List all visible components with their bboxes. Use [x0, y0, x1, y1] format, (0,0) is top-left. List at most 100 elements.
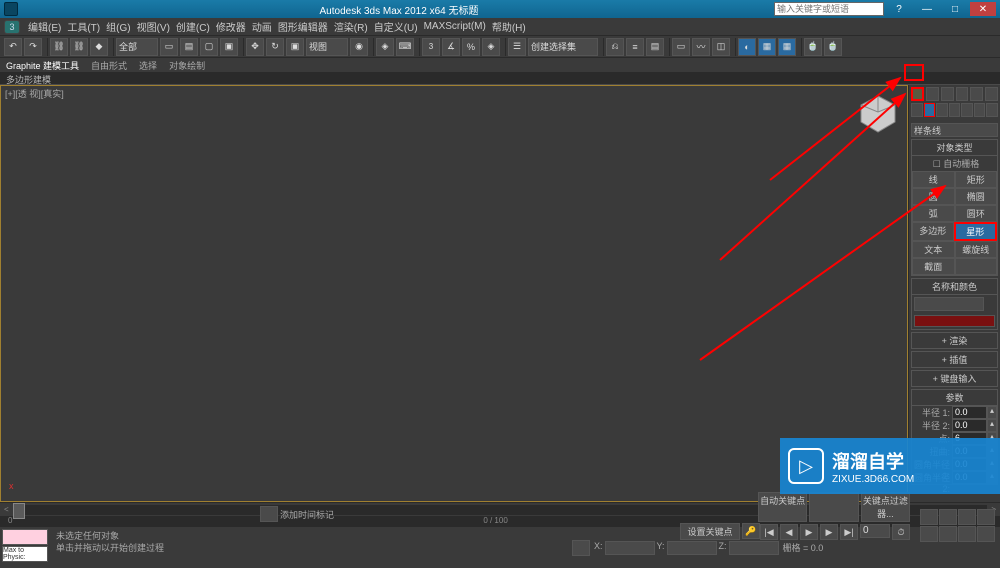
tab-graphite[interactable]: Graphite 建模工具	[6, 59, 79, 72]
time-config-button[interactable]: ⏱	[892, 524, 910, 540]
zoom-all-button[interactable]	[939, 509, 957, 525]
menu-graph[interactable]: 图形编辑器	[278, 19, 328, 34]
scale-button[interactable]: ▣	[286, 38, 304, 56]
window-crossing-button[interactable]: ▣	[220, 38, 238, 56]
render-frame-button[interactable]: ▦	[778, 38, 796, 56]
subcategory-dropdown[interactable]: 样条线	[911, 123, 998, 137]
btn-rect[interactable]: 矩形	[955, 171, 998, 188]
time-tag-button[interactable]: 添加时间标记	[280, 508, 334, 521]
object-type-rollout[interactable]: 对象类型	[912, 140, 997, 156]
script-slot-1[interactable]	[2, 529, 48, 545]
help-icon[interactable]: ?	[886, 2, 912, 16]
spinner-icon[interactable]: ▴	[987, 406, 997, 419]
undo-button[interactable]: ↶	[4, 38, 22, 56]
utilities-tab[interactable]	[985, 87, 998, 101]
menu-modifier[interactable]: 修改器	[216, 19, 246, 34]
param-r2[interactable]: 0.0	[952, 419, 987, 432]
ref-coord[interactable]: 视图	[306, 38, 348, 56]
keymode-button[interactable]: ⌨	[396, 38, 414, 56]
name-color-rollout[interactable]: 名称和颜色	[912, 279, 997, 295]
percent-snap-button[interactable]: %	[462, 38, 480, 56]
menu-edit[interactable]: 编辑(E)	[28, 19, 61, 34]
link-button[interactable]: ⛓	[50, 38, 68, 56]
systems-cat[interactable]	[986, 103, 998, 117]
setkey-button[interactable]: 设置关键点	[680, 523, 740, 540]
menu-script[interactable]: MAXScript(M)	[424, 21, 486, 32]
tab-freeform[interactable]: 自由形式	[91, 59, 127, 72]
snap-button[interactable]: 3	[422, 38, 440, 56]
app-menu-icon[interactable]: 3	[4, 20, 20, 34]
render-setup-button[interactable]: ▦	[758, 38, 776, 56]
schematic-button[interactable]: ◫	[712, 38, 730, 56]
prev-frame-button[interactable]: ◀	[780, 524, 798, 540]
material-editor-button[interactable]: ◐	[738, 38, 756, 56]
next-frame-button[interactable]: ▶	[820, 524, 838, 540]
zoom-button[interactable]	[920, 509, 938, 525]
menu-tools[interactable]: 工具(T)	[67, 19, 100, 34]
menu-render[interactable]: 渲染(R)	[334, 19, 368, 34]
btn-ellipse[interactable]: 椭圆	[955, 188, 998, 205]
btn-helix[interactable]: 螺旋线	[955, 241, 998, 258]
helpers-cat[interactable]	[961, 103, 973, 117]
viewport-label[interactable]: [+][透 视][真实]	[1, 86, 907, 101]
ribbon-toggle-button[interactable]: ▭	[672, 38, 690, 56]
lights-cat[interactable]	[936, 103, 948, 117]
pan-button[interactable]	[939, 526, 957, 542]
mirror-button[interactable]: ⎌	[606, 38, 624, 56]
search-input[interactable]	[774, 2, 884, 16]
align-button[interactable]: ≡	[626, 38, 644, 56]
select-button[interactable]: ▭	[160, 38, 178, 56]
redo-button[interactable]: ↷	[24, 38, 42, 56]
btn-text[interactable]: 文本	[912, 241, 955, 258]
keyfilter-button[interactable]: 关键点过滤器...	[861, 492, 910, 522]
script-slot-2[interactable]: Max to Physic:	[2, 546, 48, 562]
menu-custom[interactable]: 自定义(U)	[374, 19, 418, 34]
param-r1[interactable]: 0.0	[952, 406, 987, 419]
goto-end-button[interactable]: ▶|	[840, 524, 858, 540]
interp-rollout[interactable]: + 插值	[911, 351, 998, 368]
set-key-mode-button[interactable]	[260, 506, 278, 522]
current-frame-input[interactable]: 0	[860, 524, 890, 538]
params-rollout[interactable]: 参数	[912, 390, 997, 406]
zoom-extents-all-button[interactable]	[977, 509, 995, 525]
btn-line[interactable]: 线	[912, 171, 955, 188]
object-color-swatch[interactable]	[914, 315, 995, 327]
maximize-viewport-button[interactable]	[977, 526, 995, 542]
autokey-button[interactable]: 自动关键点	[758, 492, 807, 522]
goto-start-button[interactable]: |◀	[760, 524, 778, 540]
bind-button[interactable]: ◆	[90, 38, 108, 56]
hierarchy-tab[interactable]	[941, 87, 954, 101]
spinner-snap-button[interactable]: ◈	[482, 38, 500, 56]
coord-x[interactable]	[605, 541, 655, 555]
create-tab[interactable]	[911, 87, 924, 101]
space-warps-cat[interactable]	[974, 103, 986, 117]
menu-view[interactable]: 视图(V)	[137, 19, 170, 34]
btn-ngon[interactable]: 多边形	[912, 222, 954, 241]
fov-button[interactable]	[920, 526, 938, 542]
rotate-button[interactable]: ↻	[266, 38, 284, 56]
render-prod-button[interactable]: 🍵	[824, 38, 842, 56]
manip-button[interactable]: ◈	[376, 38, 394, 56]
selection-set[interactable]: 创建选择集	[528, 38, 598, 56]
orbit-button[interactable]	[958, 526, 976, 542]
spinner-icon[interactable]: ▴	[987, 419, 997, 432]
modify-tab[interactable]	[926, 87, 939, 101]
minimize-button[interactable]: —	[914, 2, 940, 16]
close-button[interactable]: ✕	[970, 2, 996, 16]
menu-help[interactable]: 帮助(H)	[492, 19, 526, 34]
display-tab[interactable]	[970, 87, 983, 101]
coord-z[interactable]	[729, 541, 779, 555]
zoom-extents-button[interactable]	[958, 509, 976, 525]
viewport[interactable]: [+][透 视][真实] x	[0, 85, 908, 502]
kbd-rollout[interactable]: + 键盘输入	[911, 370, 998, 387]
unlink-button[interactable]: ⛓	[70, 38, 88, 56]
angle-snap-button[interactable]: ∡	[442, 38, 460, 56]
btn-donut[interactable]: 圆环	[955, 205, 998, 222]
btn-star[interactable]: 星形	[954, 222, 998, 241]
select-name-button[interactable]: ▤	[180, 38, 198, 56]
motion-tab[interactable]	[956, 87, 969, 101]
tab-objpaint[interactable]: 对象绘制	[169, 59, 205, 72]
viewcube[interactable]	[853, 90, 903, 140]
layer-button[interactable]: ▤	[646, 38, 664, 56]
render-rollout[interactable]: + 渲染	[911, 332, 998, 349]
